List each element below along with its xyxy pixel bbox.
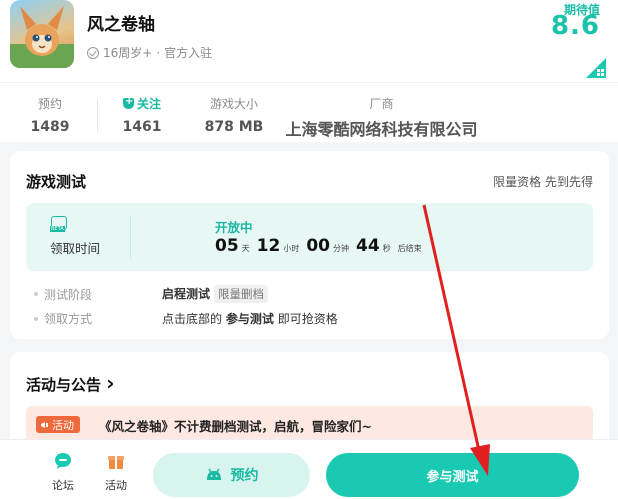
meta-separator: · — [156, 45, 161, 60]
age-rating: 16周岁+ — [103, 46, 153, 60]
receive-time-label: 领取时间 — [50, 241, 101, 256]
check-circle-icon — [87, 46, 99, 59]
activity-title-text: 活动与公告 — [26, 376, 102, 394]
countdown-suffix: 后结束 — [397, 244, 422, 253]
expect-score: 8.6 — [550, 11, 600, 41]
activity-text: 《风之卷轴》不计费删档测试，启航，冒险家们~ — [99, 419, 372, 434]
join-test-button[interactable]: 参与测试 — [326, 453, 579, 497]
countdown-days-unit: 天 — [241, 244, 250, 253]
countdown-hours: 12 — [256, 236, 281, 256]
stat-follow-label: 关注 — [136, 97, 161, 111]
forum-label: 论坛 — [52, 479, 74, 492]
method-prefix: 点击底部的 — [162, 312, 223, 326]
reserve-button[interactable]: 预约 — [153, 453, 310, 497]
stat-size: 游戏大小 878 MB — [203, 95, 265, 135]
test-status: 开放中 — [215, 220, 253, 235]
test-box-divider — [130, 215, 131, 259]
bullet-dot — [34, 316, 38, 321]
method-bold: 参与测试 — [225, 312, 274, 326]
countdown-minutes: 00 — [306, 236, 331, 256]
app-meta: 16周岁+ · 官方入驻 — [87, 44, 212, 61]
method-suffix: 即可抢资格 — [277, 312, 338, 326]
test-stage-value-wrap: 启程测试 限量删档 — [162, 285, 269, 303]
android-icon — [206, 468, 221, 480]
events-label: 活动 — [105, 479, 127, 492]
test-stage-value: 启程测试 — [162, 287, 211, 301]
beta-icon — [50, 216, 67, 232]
test-method-row: 领取方式 点击底部的 参与测试 即可抢资格 — [34, 310, 338, 327]
follow-label-wrap[interactable]: 关注 — [118, 95, 166, 112]
app-icon[interactable] — [10, 0, 74, 68]
test-stage-tag: 限量删档 — [214, 285, 269, 303]
stat-reserve: 预约 1489 — [30, 95, 70, 135]
countdown-seconds: 44 — [356, 236, 380, 256]
follow-heart-icon — [122, 96, 134, 109]
stat-vendor-value[interactable]: 上海零酷网络科技有限公司 — [283, 116, 480, 140]
stat-size-value: 878 MB — [204, 119, 264, 135]
test-method-value: 点击底部的 参与测试 即可抢资格 — [162, 310, 338, 327]
gift-icon — [108, 456, 124, 469]
qr-corner-icon[interactable] — [586, 58, 606, 78]
countdown-seconds-unit: 秒 — [382, 244, 391, 253]
game-test-card: 游戏测试 限量资格 先到先得 领取时间 开放中 05 天 12 小时 00 分钟… — [10, 151, 609, 339]
join-test-label: 参与测试 — [426, 469, 479, 485]
stat-size-label: 游戏大小 — [209, 97, 258, 111]
chat-icon — [55, 453, 71, 469]
countdown-minutes-unit: 分钟 — [333, 244, 350, 253]
official-label: 官方入驻 — [164, 46, 213, 60]
game-test-extra: 限量资格 先到先得 — [493, 175, 593, 189]
reserve-label: 预约 — [230, 468, 259, 484]
stat-vendor-label: 厂商 — [369, 97, 394, 111]
test-stage-label: 测试阶段 — [44, 287, 93, 302]
countdown: 05 天 12 小时 00 分钟 44 秒 后结束 — [215, 236, 426, 256]
stat-follow-value: 1461 — [122, 119, 162, 135]
stat-reserve-label: 预约 — [37, 97, 62, 111]
chevron-right-icon: › — [106, 371, 115, 395]
stat-vendor[interactable]: 厂商 上海零酷网络科技有限公司 — [283, 95, 480, 140]
stats-row: 预约 1489 关注 1461 游戏大小 878 MB 厂商 上海零酷网络科技有… — [0, 82, 618, 142]
events-button[interactable]: 活动 — [96, 446, 136, 493]
test-method-label: 领取方式 — [44, 312, 93, 326]
app-title: 风之卷轴 — [87, 15, 155, 35]
activity-tag: 活动 — [36, 416, 80, 433]
countdown-days: 05 — [215, 236, 239, 256]
bottom-bar: 论坛 活动 预约 参与测试 — [0, 439, 618, 499]
stat-divider — [97, 99, 98, 131]
app-header: 风之卷轴 16周岁+ · 官方入驻 期待值 8.6 — [0, 0, 618, 82]
countdown-hours-unit: 小时 — [283, 244, 300, 253]
stat-follow[interactable]: 关注 1461 — [118, 95, 166, 135]
activity-title[interactable]: 活动与公告 › — [26, 373, 115, 395]
stat-reserve-value: 1489 — [30, 119, 70, 135]
bullet-dot — [34, 292, 38, 296]
game-test-title: 游戏测试 — [26, 173, 87, 191]
test-stage-row: 测试阶段 启程测试 限量删档 — [34, 285, 269, 303]
activity-tag-label: 活动 — [52, 419, 74, 432]
test-time-box: 领取时间 开放中 05 天 12 小时 00 分钟 44 秒 后结束 — [26, 203, 593, 271]
megaphone-icon — [41, 422, 48, 428]
forum-button[interactable]: 论坛 — [43, 446, 83, 493]
